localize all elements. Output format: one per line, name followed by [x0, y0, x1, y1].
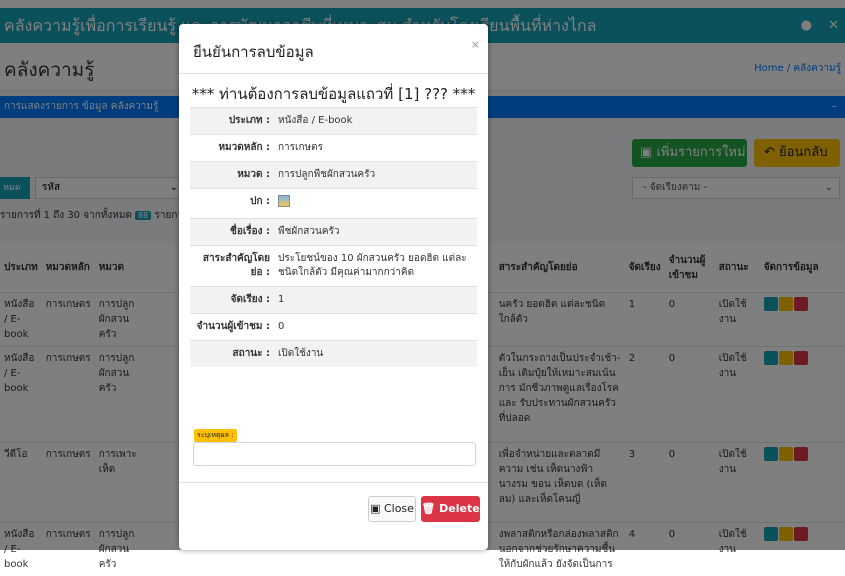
detail-row: ประเภท : หนังสือ / E-book	[190, 107, 477, 135]
detail-row: สาระสำคัญโดยย่อ : ประโยชน์ของ 10 ผักสวนค…	[190, 245, 477, 287]
detail-row: หมวด : การปลูกพืชผักสวนครัว	[190, 161, 477, 189]
close-button-label: Close	[383, 502, 414, 515]
delete-confirm-modal: ยืนยันการลบข้อมูล × *** ท่านต้องการลบข้อ…	[179, 24, 488, 550]
modal-title: ยืนยันการลบข้อมูล	[193, 43, 314, 61]
detail-row: จำนวนผู้เข้าชม : 0	[190, 313, 477, 341]
detail-label: ปก :	[190, 188, 274, 219]
detail-row: สถานะ : เปิดใช้งาน	[190, 340, 477, 367]
detail-label: จัดเรียง :	[190, 286, 274, 314]
detail-value: เปิดใช้งาน	[274, 340, 477, 367]
close-icon[interactable]: ×	[471, 38, 480, 51]
reason-input[interactable]	[193, 442, 476, 466]
reason-label: ระบุเหตุผล :	[194, 429, 237, 442]
detail-row: ชื่อเรื่อง : พืชผักสวนครัว	[190, 218, 477, 246]
detail-label: หมวดหลัก :	[190, 134, 274, 162]
detail-value: การเกษตร	[274, 134, 477, 162]
trash-icon: 🗑	[421, 502, 436, 515]
detail-row: จัดเรียง : 1	[190, 286, 477, 314]
detail-table: ประเภท : หนังสือ / E-book หมวดหลัก : การ…	[190, 107, 477, 367]
detail-label: สถานะ :	[190, 340, 274, 367]
detail-label: ชื่อเรื่อง :	[190, 218, 274, 246]
detail-value	[274, 188, 477, 219]
detail-label: ประเภท :	[190, 107, 274, 135]
modal-header: ยืนยันการลบข้อมูล ×	[179, 24, 488, 74]
detail-value: 0	[274, 313, 477, 341]
detail-row: หมวดหลัก : การเกษตร	[190, 134, 477, 162]
close-square-icon: ▣	[370, 502, 381, 515]
detail-value: การปลูกพืชผักสวนครัว	[274, 161, 477, 189]
detail-value: 1	[274, 286, 477, 314]
modal-footer-divider	[179, 482, 488, 483]
detail-label: สาระสำคัญโดยย่อ :	[190, 245, 274, 287]
detail-value: หนังสือ / E-book	[274, 107, 477, 135]
delete-button-label: Delete	[439, 502, 480, 515]
detail-label: หมวด :	[190, 161, 274, 189]
detail-row: ปก :	[190, 188, 477, 219]
close-button[interactable]: ▣ Close	[368, 496, 416, 522]
detail-value: ประโยชน์ของ 10 ผักสวนครัว ยอดฮิต แต่ละชน…	[274, 245, 477, 287]
image-thumbnail-icon	[278, 195, 290, 207]
detail-label: จำนวนผู้เข้าชม :	[190, 313, 274, 341]
modal-heading: *** ท่านต้องการลบข้อมูลแถวที่ [1] ??? **…	[191, 85, 476, 103]
detail-value: พืชผักสวนครัว	[274, 218, 477, 246]
confirm-delete-button[interactable]: 🗑 Delete	[421, 496, 480, 522]
